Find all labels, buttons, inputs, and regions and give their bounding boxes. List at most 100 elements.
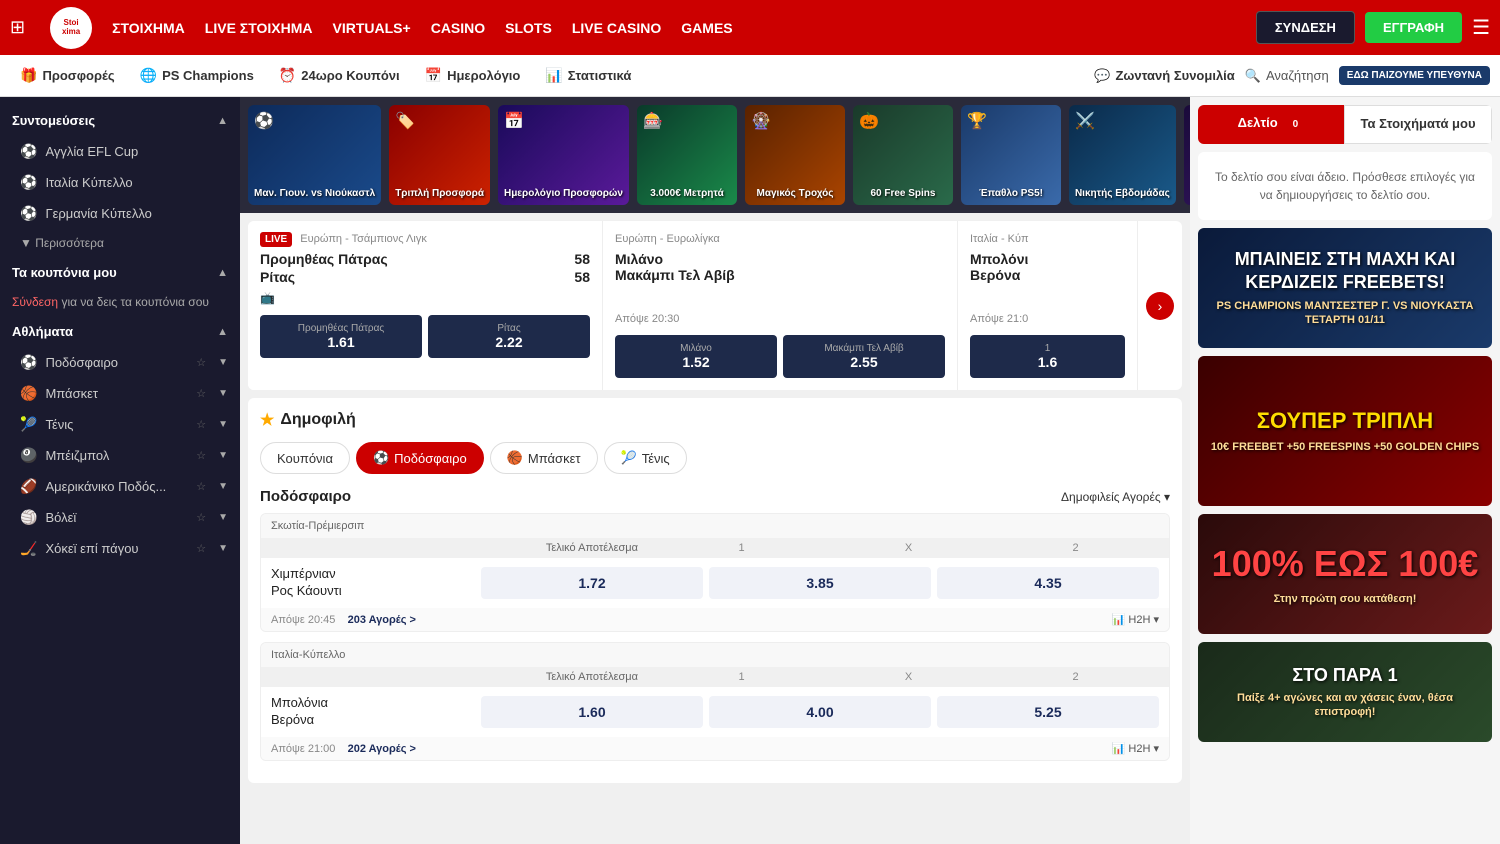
sidebar-item-germany[interactable]: ⚽ Γερμανία Κύπελλο [0,198,240,229]
odd-cell-2-1[interactable]: 5.25 [937,696,1159,728]
tab-tennis[interactable]: 🎾 Τένις [604,442,687,474]
promo-card-3[interactable]: 🎰 3.000€ Μετρητά [637,105,737,205]
promo-card-0[interactable]: ⚽ Μαν. Γιουν. vs Νιούκαστλ [248,105,381,205]
star-icon-3[interactable]: ☆ [196,418,206,431]
login-button[interactable]: ΣΥΝΔΕΣΗ [1256,11,1355,44]
nav-live-stoixima[interactable]: LIVE ΣΤΟΙΧΗΜΑ [205,20,313,36]
sidebar-item-england[interactable]: ⚽ Αγγλία EFL Cup [0,136,240,167]
register-button[interactable]: ΕΓΓΡΑΦΗ [1365,12,1462,43]
promo-card-1[interactable]: 🏷️ Τριπλή Προσφορά [389,105,490,205]
match-time-pop-0: Απόψε 20:45 203 Αγορές > [271,614,416,626]
search-button[interactable]: 🔍 Αναζήτηση [1245,68,1329,84]
subnav-stats[interactable]: 📊 Στατιστικά [535,62,641,89]
sidebar-volleyball[interactable]: 🏐 Βόλεϊ ☆ ▼ [0,502,240,533]
match-footer-1: Απόψε 21:00 202 Αγορές > 📊 H2H ▾ [261,737,1169,760]
promo-card-6[interactable]: 🏆 Έπαθλο PS5! [961,105,1061,205]
live-matches-next[interactable]: › [1138,221,1182,390]
nav-live-casino[interactable]: LIVE CASINO [572,20,661,36]
more-markets-0[interactable]: 203 Αγορές > [348,614,416,626]
calendar-icon: 📅 [425,67,442,84]
tab-football[interactable]: ⚽ Ποδόσφαιρο [356,442,484,474]
coupons-login-prompt: Σύνδεση για να δεις τα κουπόνια σου [0,288,240,316]
star-icon[interactable]: ☆ [196,356,206,369]
coupons-header[interactable]: Τα κουπόνια μου ▲ [0,257,240,288]
match-league-2: Ιταλία - Κύπ [970,233,1125,245]
star-icon-5[interactable]: ☆ [196,480,206,493]
live-chat-button[interactable]: 💬 Ζωντανή Συνομιλία [1094,68,1235,84]
nav-casino[interactable]: CASINO [431,20,485,36]
stats-icon: 📊 [545,67,562,84]
h2h-btn-0[interactable]: 📊 H2H ▾ [1112,613,1159,626]
live-next-icon[interactable]: › [1146,292,1174,320]
nav-games[interactable]: GAMES [681,20,732,36]
sidebar-tennis[interactable]: 🎾 Τένις ☆ ▼ [0,409,240,440]
sidebar-baseball[interactable]: 🎱 Μπέιζμπολ ☆ ▼ [0,440,240,471]
match-teams-1: Μπολόνια Βερόνα [271,695,471,729]
promo-text-0: Μαν. Γιουν. vs Νιούκαστλ [254,188,375,199]
odd-1-1[interactable]: Μακάμπι Τελ Αβίβ 2.55 [783,335,945,378]
odd-2-0[interactable]: 1 1.6 [970,335,1125,378]
shortcuts-header[interactable]: Συντομεύσεις ▲ [0,105,240,136]
ad-banner-2[interactable]: ΣΟΥΠΕΡ ΤΡΙΠΛΗ 10€ FREEBET +50 FREESPINS … [1198,356,1492,506]
sidebar-more[interactable]: ▼ Περισσότερα [0,229,240,257]
sports-header[interactable]: Αθλήματα ▲ [0,316,240,347]
odd-cell-1-0[interactable]: 1.72 [481,567,703,599]
betslip-tab[interactable]: Δελτίο 0 [1198,105,1344,144]
star-icon-2[interactable]: ☆ [196,387,206,400]
globe-icon: 🌐 [140,67,157,84]
popular-markets-dropdown[interactable]: Δημοφιλείς Αγορές ▾ [1061,490,1170,504]
subnav-ps-champions[interactable]: 🌐 PS Champions [130,62,264,89]
promo-text-5: 60 Free Spins [870,188,935,199]
site-logo[interactable]: Stoixima [50,7,92,49]
odd-cell-x-0[interactable]: 3.85 [709,567,931,599]
promo-card-2[interactable]: 📅 Ημερολόγιο Προσφορών [498,105,629,205]
h2h-btn-1[interactable]: 📊 H2H ▾ [1112,742,1159,755]
subnav-coupon[interactable]: ⏰ 24ωρο Κουπόνι [269,62,410,89]
promo-card-8[interactable]: 🎯 Pragmatic Buy Bonus [1184,105,1190,205]
nav-stoixima[interactable]: ΣΤΟΙΧΗΜΑ [112,20,185,36]
chevron-down-sport: ▼ [218,357,228,368]
nav-slots[interactable]: SLOTS [505,20,552,36]
tab-basketball[interactable]: 🏀 Μπάσκετ [490,442,598,474]
live-match-1: Ευρώπη - Ευρωλίγκα Μιλάνο Μακάμπι Τελ Αβ… [603,221,958,390]
score1-0: 58 [574,251,590,267]
sidebar-football[interactable]: ⚽ Ποδόσφαιρο ☆ ▼ [0,347,240,378]
football-tab-icon: ⚽ [373,450,389,466]
sidebar-hockey[interactable]: 🏒 Χόκεϊ επί πάγου ☆ ▼ [0,533,240,564]
odd-0-0[interactable]: Προμηθέας Πάτρας 1.61 [260,315,422,358]
odd-cell-1-1[interactable]: 1.60 [481,696,703,728]
football-icon: ⚽ [20,143,37,160]
sidebar-basketball[interactable]: 🏀 Μπάσκετ ☆ ▼ [0,378,240,409]
ad-banner-4[interactable]: ΣΤΟ ΠΑΡΑ 1 Παίξε 4+ αγώνες και αν χάσεις… [1198,642,1492,742]
promo-card-5[interactable]: 🎃 60 Free Spins [853,105,953,205]
odd-cell-x-1[interactable]: 4.00 [709,696,931,728]
star-icon-4[interactable]: ☆ [196,449,206,462]
subnav-calendar[interactable]: 📅 Ημερολόγιο [415,62,531,89]
promo-card-7[interactable]: ⚔️ Νικητής Εβδομάδας [1069,105,1176,205]
ad-banner-3[interactable]: 100% ΕΩΣ 100€ Στην πρώτη σου κατάθεση! [1198,514,1492,634]
ad-banner-1[interactable]: ΜΠΑΙΝΕΙΣ ΣΤΗ ΜΑΧΗ ΚΑΙ ΚΕΡΔΙΖΕΙΣ FREEBETS… [1198,228,1492,348]
promo-card-4[interactable]: 🎡 Μαγικός Τροχός [745,105,845,205]
my-bets-tab[interactable]: Τα Στοιχήματά μου [1344,105,1492,144]
tab-coupons[interactable]: Κουπόνια [260,442,350,474]
match-league-0: LIVE Ευρώπη - Τσάμπιονς Λιγκ [260,233,590,245]
more-markets-1[interactable]: 202 Αγορές > [348,743,416,755]
team2-pop-1: Βερόνα [271,712,471,727]
promo-text-7: Νικητής Εβδομάδας [1075,188,1170,199]
promo-icon-5: 🎃 [859,111,879,131]
odd-cell-2-0[interactable]: 4.35 [937,567,1159,599]
grid-icon[interactable]: ⊞ [10,17,25,38]
sidebar-american-football[interactable]: 🏈 Αμερικάνικο Ποδός... ☆ ▼ [0,471,240,502]
subnav-offers[interactable]: 🎁 Προσφορές [10,62,125,89]
chevron-up-icon-3: ▲ [217,326,228,338]
nav-virtuals[interactable]: VIRTUALS+ [333,20,411,36]
hamburger-icon[interactable]: ☰ [1472,15,1490,40]
team2-2: Βερόνα [970,267,1125,283]
star-icon-7[interactable]: ☆ [196,542,206,555]
promo-icon-7: ⚔️ [1075,111,1095,131]
odd-0-1[interactable]: Ρίτας 2.22 [428,315,590,358]
star-icon-6[interactable]: ☆ [196,511,206,524]
sidebar-item-italy[interactable]: ⚽ Ιταλία Κύπελλο [0,167,240,198]
main-content: ⚽ Μαν. Γιουν. vs Νιούκαστλ 🏷️ Τριπλή Προ… [240,97,1190,844]
odd-1-0[interactable]: Μιλάνο 1.52 [615,335,777,378]
